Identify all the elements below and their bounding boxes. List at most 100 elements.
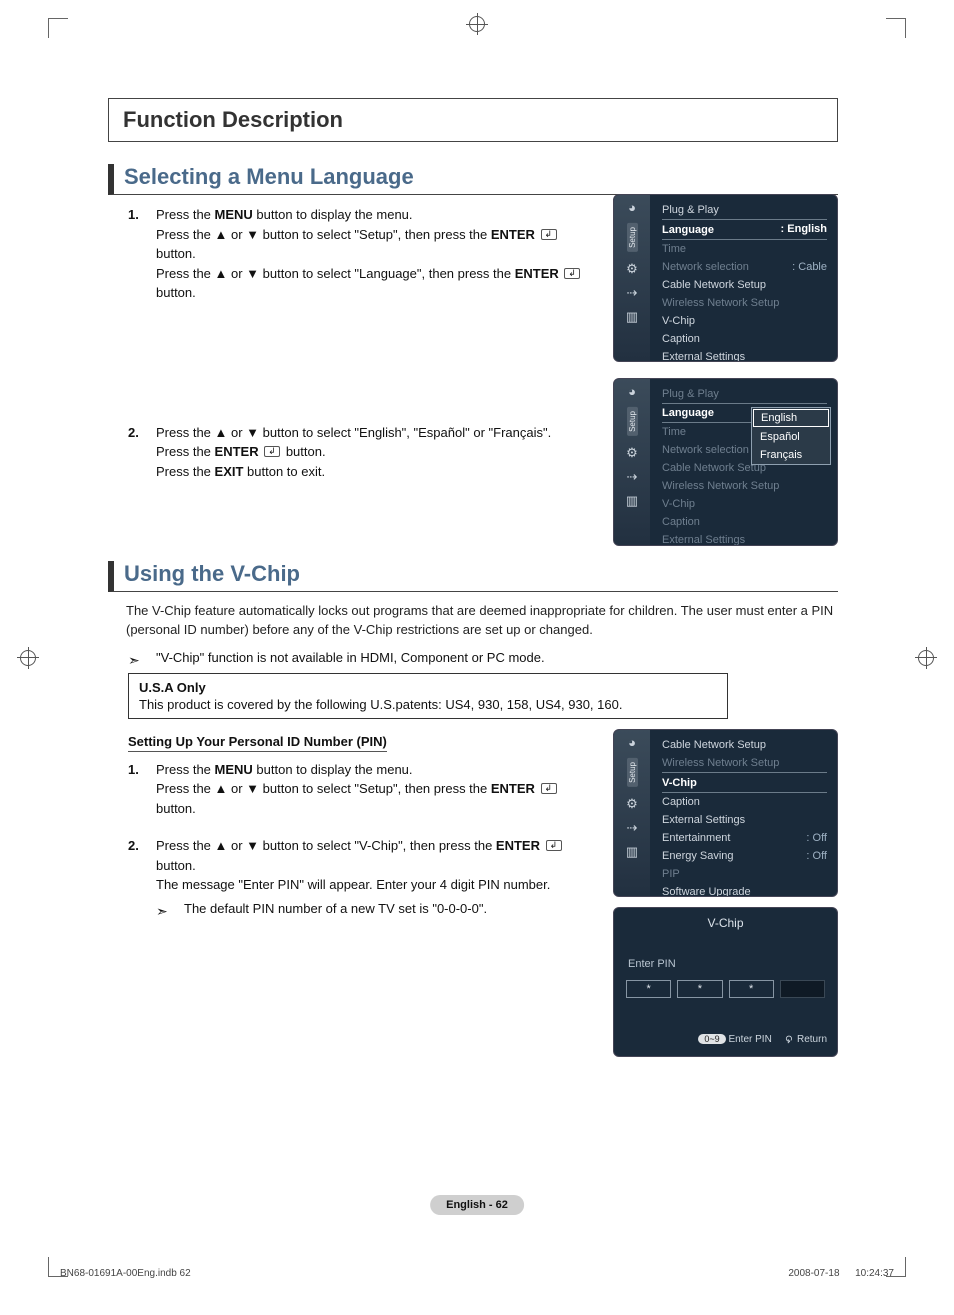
registration-mark-icon [918,650,934,666]
footer-timestamp: 2008-07-18 10:24:37 [788,1268,894,1279]
pin-panel-title: V-Chip [614,908,837,938]
bold-label: MENU [215,207,253,222]
subheading-pin: Setting Up Your Personal ID Number (PIN) [128,734,387,752]
section-using-vchip: Using the V-Chip The V-Chip feature auto… [108,561,838,918]
osd-setup-menu-3: ◕ Setup ⚙ ⇢ ▥ Cable Network Setup Wirele… [613,729,838,897]
language-option[interactable]: Español [752,428,830,446]
osd-item: Wireless Network Setup [662,294,827,312]
pin-label: Enter PIN [614,938,837,980]
enter-icon [264,446,280,457]
step-text: Press the [156,464,215,479]
osd-sidebar-label: Setup [627,223,638,252]
step-text: button. [156,246,196,261]
language-popup: English Español Français [751,407,831,465]
step-text: Press the ▲ or ▼ button to select "Setup… [156,781,491,796]
step-text: button. [156,858,196,873]
step-2: 2. Press the ▲ or ▼ button to select "En… [128,423,588,482]
return-icon: ⟲ [785,1035,796,1043]
bold-label: ENTER [491,227,535,242]
language-option[interactable]: Français [752,446,830,464]
section-selecting-language: Selecting a Menu Language 1. Press the M… [108,164,838,481]
pin-digit[interactable]: * [626,980,671,998]
input-icon: ⇢ [625,286,639,300]
osd-items: Plug & Play ▸Language: English Time Netw… [650,195,837,362]
input-icon: ⇢ [625,821,639,835]
enter-icon [546,840,562,851]
app-icon: ▥ [625,845,639,859]
pin-digit[interactable]: * [729,980,774,998]
osd-item[interactable]: Caption [662,793,827,811]
foot-label: Return [797,1034,827,1045]
bold-label: EXIT [215,464,244,479]
osd-item: Plug & Play [662,385,827,403]
app-icon: ▥ [625,494,639,508]
note-text: "V-Chip" function is not available in HD… [156,650,545,665]
enter-icon [564,268,580,279]
osd-label: V-Chip [662,777,697,789]
step-text: Press the ▲ or ▼ button to select "V-Chi… [156,838,496,853]
osd-item: Wireless Network Setup [662,477,827,495]
osd-value: : Off [806,832,827,844]
step-text: button. [156,285,196,300]
osd-setup-menu-1: ◕ Setup ⚙ ⇢ ▥ Plug & Play ▸Language: Eng… [613,194,838,362]
pin-digit[interactable] [780,980,825,998]
step-2: 2. Press the ▲ or ▼ button to select "V-… [128,836,588,918]
step-number: 2. [128,423,139,443]
language-option[interactable]: English [753,409,829,427]
osd-label: Entertainment [662,832,730,844]
step-text: button to exit. [243,464,325,479]
gear-icon: ⚙ [625,446,639,460]
step-number: 1. [128,205,139,225]
crop-mark [886,18,906,38]
section-heading: Selecting a Menu Language [108,164,838,195]
osd-sidebar-label: Setup [627,407,638,436]
registration-mark-icon [469,16,485,32]
enter-icon [541,229,557,240]
step-text: Press the [156,762,215,777]
osd-item[interactable]: Plug & Play [662,201,827,219]
osd-item[interactable]: Entertainment : Off [662,829,827,847]
osd-item[interactable]: Cable Network Setup [662,276,827,294]
step-text: button. [156,801,196,816]
osd-sidebar: ◕ Setup ⚙ ⇢ ▥ [614,195,650,361]
bold-label: ENTER [496,838,540,853]
osd-item[interactable]: External Settings [662,348,827,362]
osd-item: PIP [662,865,827,883]
osd-item: V-Chip [662,495,827,513]
osd-label: Network selection [662,261,749,273]
osd-sidebar-label: Setup [627,758,638,787]
step-text: Press the [156,444,215,459]
osd-label: Energy Saving [662,850,734,862]
note: ➣ "V-Chip" function is not available in … [128,650,838,665]
osd-item[interactable]: External Settings [662,811,827,829]
osd-setup-menu-2: ◕ Setup ⚙ ⇢ ▥ Plug & Play Language: Time… [613,378,838,546]
app-icon: ▥ [625,310,639,324]
footer-filename: BN68-01691A-00Eng.indb 62 [60,1268,191,1279]
osd-item[interactable]: Energy Saving: Off [662,847,827,865]
step-text: button to display the menu. [253,762,413,777]
step-text: The message "Enter PIN" will appear. Ent… [156,877,550,892]
pin-row: * * * [614,980,837,998]
osd-item[interactable]: Software Upgrade [662,883,827,897]
bold-label: ENTER [515,266,559,281]
osd-label: Language [662,224,714,236]
osd-item[interactable]: V-Chip [662,312,827,330]
pin-entry-panel: V-Chip Enter PIN * * * 0~9 Enter PIN ⟲ R… [613,907,838,1057]
foot-label: Enter PIN [728,1034,771,1045]
osd-item[interactable]: Caption [662,330,827,348]
osd-item: Time [662,240,827,258]
osd-item[interactable]: Cable Network Setup [662,736,827,754]
section-intro: The V-Chip feature automatically locks o… [108,602,838,640]
step-text: button. [282,444,325,459]
usa-body: This product is covered by the following… [139,697,717,712]
note-icon: ➣ [128,652,140,669]
step-text: Press the ▲ or ▼ button to select "Engli… [156,425,551,440]
crop-mark [48,18,68,38]
usa-title: U.S.A Only [139,680,717,695]
osd-item-selected[interactable]: ▸V-Chip [662,772,827,793]
pin-digit[interactable]: * [677,980,722,998]
step-text: Press the ▲ or ▼ button to select "Langu… [156,266,515,281]
note: ➣ The default PIN number of a new TV set… [156,899,588,919]
osd-item-selected[interactable]: ▸Language: English [662,219,827,240]
osd-items: Cable Network Setup Wireless Network Set… [650,730,837,897]
